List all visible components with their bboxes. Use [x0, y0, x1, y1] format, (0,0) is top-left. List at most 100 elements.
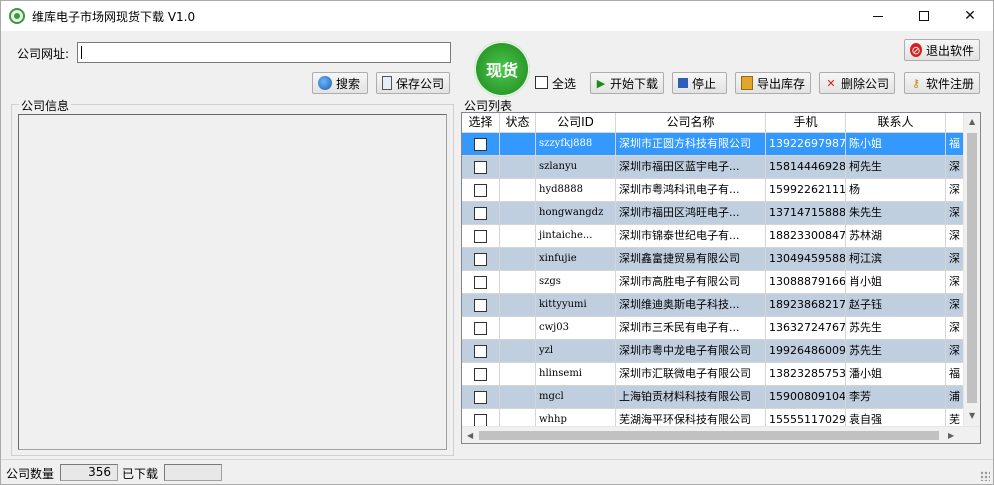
row-company-name: 深圳市粤鸿科讯电子有... [616, 179, 766, 202]
scroll-down-icon[interactable]: ▼ [969, 411, 975, 420]
title-bar: 维库电子市场网现货下载 V1.0 ✕ [1, 1, 993, 31]
table-row[interactable]: szgs 深圳市高胜电子有限公司 13088879166 肖小姐深 [462, 271, 980, 294]
close-icon: ✕ [964, 8, 976, 24]
checkbox-icon[interactable] [474, 206, 487, 220]
export-stock-button[interactable]: 导出库存 [735, 72, 811, 94]
row-select-checkbox[interactable] [462, 248, 500, 271]
row-company-name: 深圳市锦泰世纪电子有... [616, 225, 766, 248]
row-select-checkbox[interactable] [462, 179, 500, 202]
horizontal-scroll-thumb[interactable] [479, 431, 939, 440]
checkbox-icon[interactable] [474, 252, 487, 266]
row-phone: 13823285753 [766, 363, 846, 386]
table-row[interactable]: kittyyumi 深圳维迪奥斯电子科技... 18923868217 赵子钰深 [462, 294, 980, 317]
scroll-up-icon[interactable]: ▲ [969, 117, 975, 126]
globe-icon [318, 76, 332, 90]
horizontal-scrollbar[interactable]: ◀ ▶ [462, 426, 980, 443]
row-company-name: 深圳市福田区蓝宇电子... [616, 156, 766, 179]
table-row[interactable]: hongwangdz 深圳市福田区鸿旺电子... 13714715888 朱先生深 [462, 202, 980, 225]
row-phone: 15992262111 [766, 179, 846, 202]
exit-software-button[interactable]: ⊘ 退出软件 [904, 39, 980, 61]
row-select-checkbox[interactable] [462, 386, 500, 409]
row-contact: 苏先生 [846, 340, 946, 363]
header-phone[interactable]: 手机 [766, 113, 846, 133]
minimize-button[interactable] [855, 1, 901, 31]
header-status[interactable]: 状态 [500, 113, 536, 133]
row-select-checkbox[interactable] [462, 133, 500, 156]
row-select-checkbox[interactable] [462, 202, 500, 225]
stop-button[interactable]: 停止 [672, 72, 727, 94]
row-phone: 18923868217 [766, 294, 846, 317]
table-row[interactable]: szzyfkj888 深圳市正圆方科技有限公司 13922697987 陈小姐福 [462, 133, 980, 156]
header-select[interactable]: 选择 [462, 113, 500, 133]
table-row[interactable]: cwj03 深圳市三禾民有电子有... 13632724767 苏先生深 [462, 317, 980, 340]
checkbox-icon[interactable] [474, 367, 487, 381]
checkbox-icon[interactable] [474, 137, 487, 151]
delete-company-button[interactable]: ✕ 删除公司 [819, 72, 895, 94]
row-select-checkbox[interactable] [462, 271, 500, 294]
delete-x-icon: ✕ [826, 76, 836, 90]
row-select-checkbox[interactable] [462, 340, 500, 363]
scroll-right-icon[interactable]: ▶ [948, 431, 954, 440]
company-info-panel [18, 114, 447, 450]
table-row[interactable]: hlinsemi 深圳市汇联微电子有限公司 13823285753 潘小姐福 [462, 363, 980, 386]
row-status [500, 294, 536, 317]
row-company-name: 深圳市福田区鸿旺电子... [616, 202, 766, 225]
save-company-button[interactable]: 保存公司 [376, 72, 450, 94]
row-select-checkbox[interactable] [462, 225, 500, 248]
vertical-scrollbar[interactable]: ▲ ▼ [963, 113, 980, 426]
checkbox-icon[interactable] [474, 160, 487, 174]
checkbox-icon[interactable] [474, 298, 487, 312]
start-download-label: 开始下载 [609, 76, 658, 91]
vertical-scroll-thumb[interactable] [967, 133, 977, 403]
checkbox-icon[interactable] [474, 344, 487, 358]
row-select-checkbox[interactable] [462, 294, 500, 317]
table-row[interactable]: szlanyu 深圳市福田区蓝宇电子... 15814446928 柯先生深 [462, 156, 980, 179]
row-select-checkbox[interactable] [462, 156, 500, 179]
save-icon [382, 76, 392, 90]
url-input[interactable] [77, 42, 451, 63]
search-button[interactable]: 搜索 [312, 72, 368, 94]
checkbox-icon[interactable] [474, 183, 487, 197]
row-select-checkbox[interactable] [462, 363, 500, 386]
table-row[interactable]: yzl 深圳市粤中龙电子有限公司 19926486009 苏先生深 [462, 340, 980, 363]
table-row[interactable]: xinfujie 深圳鑫富捷贸易有限公司 13049459588 柯江滨深 [462, 248, 980, 271]
row-company-name: 深圳市正圆方科技有限公司 [616, 133, 766, 156]
maximize-button[interactable] [901, 1, 947, 31]
software-register-button[interactable]: ⚷ 软件注册 [904, 72, 980, 94]
row-select-checkbox[interactable] [462, 317, 500, 340]
key-icon: ⚷ [911, 76, 921, 90]
select-all-checkbox[interactable] [535, 76, 548, 89]
window-title: 维库电子市场网现货下载 V1.0 [32, 10, 196, 24]
row-contact: 李芳 [846, 386, 946, 409]
checkbox-icon[interactable] [474, 390, 487, 404]
maximize-icon [919, 11, 929, 21]
row-contact: 潘小姐 [846, 363, 946, 386]
text-caret [81, 46, 82, 59]
row-contact: 柯江滨 [846, 248, 946, 271]
row-contact: 陈小姐 [846, 133, 946, 156]
table-header: 选择 状态 公司ID 公司名称 手机 联系人 [462, 113, 980, 133]
header-contact[interactable]: 联系人 [846, 113, 946, 133]
header-company-id[interactable]: 公司ID [536, 113, 616, 133]
scroll-left-icon[interactable]: ◀ [467, 431, 473, 440]
checkbox-icon[interactable] [474, 413, 487, 427]
row-phone: 13714715888 [766, 202, 846, 225]
table-row[interactable]: hyd8888 深圳市粤鸿科讯电子有... 15992262111 杨深 [462, 179, 980, 202]
search-button-label: 搜索 [336, 76, 361, 91]
table-row[interactable]: jintaiche... 深圳市锦泰世纪电子有... 18823300847 苏林湖深 [462, 225, 980, 248]
status-bar: 公司数量 356 已下载 [1, 459, 993, 484]
table-row[interactable]: mgcl 上海铂贡材料科技有限公司 15900809104 李芳浦 [462, 386, 980, 409]
close-button[interactable]: ✕ [947, 1, 993, 31]
row-company-id: szzyfkj888 [536, 133, 616, 156]
checkbox-icon[interactable] [474, 321, 487, 335]
row-company-name: 上海铂贡材料科技有限公司 [616, 386, 766, 409]
checkbox-icon[interactable] [474, 229, 487, 243]
start-download-button[interactable]: ▶ 开始下载 [590, 72, 664, 94]
row-status [500, 248, 536, 271]
header-company-name[interactable]: 公司名称 [616, 113, 766, 133]
row-company-id: mgcl [536, 386, 616, 409]
checkbox-icon[interactable] [474, 275, 487, 289]
resize-grip-icon[interactable] [980, 471, 990, 481]
row-contact: 柯先生 [846, 156, 946, 179]
row-status [500, 386, 536, 409]
